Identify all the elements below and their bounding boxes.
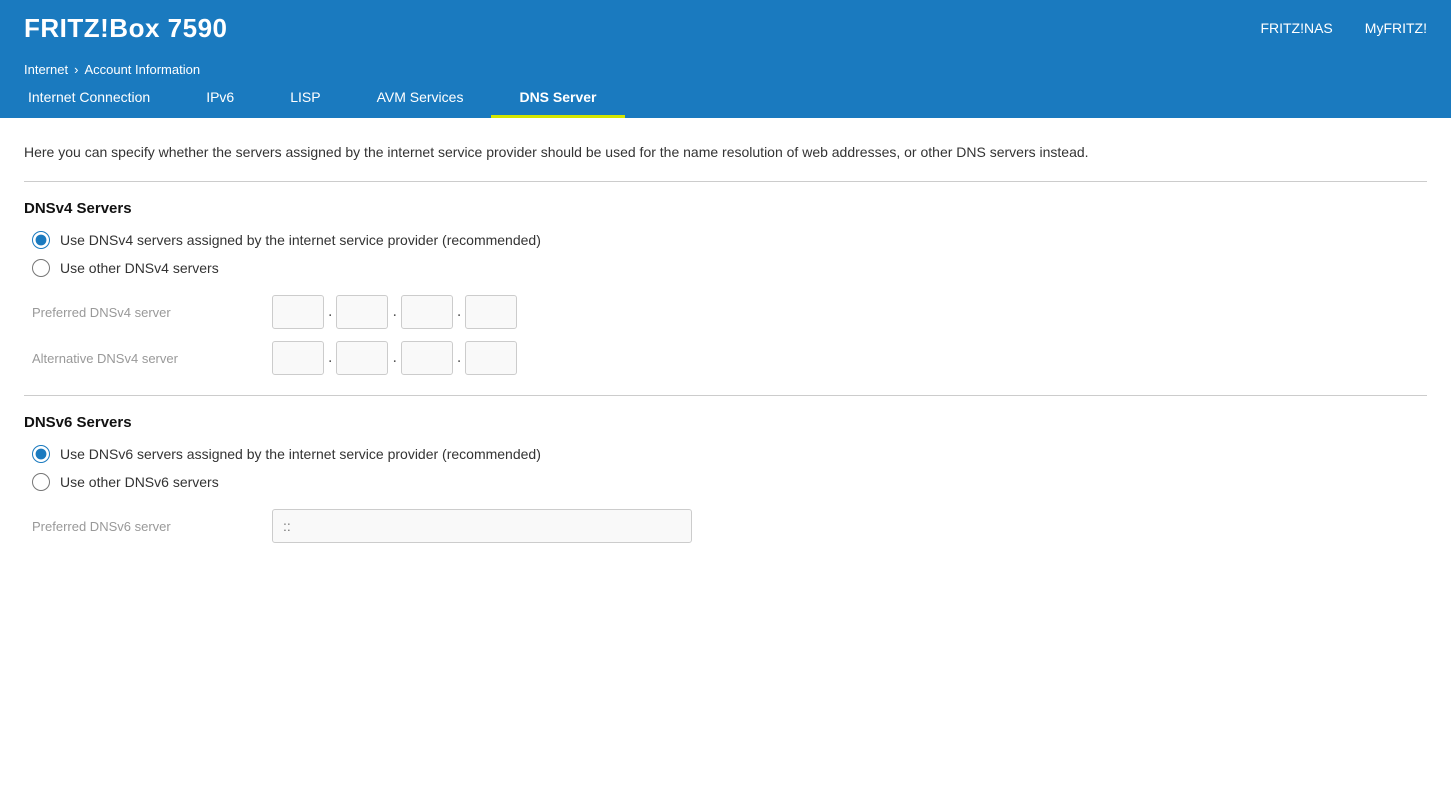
dnsv6-radio-isp[interactable] <box>32 445 50 463</box>
dnsv4-radio-group: Use DNSv4 servers assigned by the intern… <box>24 231 1427 277</box>
alternative-dnsv4-octet-2[interactable] <box>336 341 388 375</box>
dnsv4-radio-isp-label[interactable]: Use DNSv4 servers assigned by the intern… <box>32 231 1427 249</box>
dnsv6-radio-other-label[interactable]: Use other DNSv6 servers <box>32 473 1427 491</box>
dnsv4-section: DNSv4 Servers Use DNSv4 servers assigned… <box>24 200 1427 375</box>
dnsv6-radio-isp-text: Use DNSv6 servers assigned by the intern… <box>60 446 541 462</box>
breadcrumb: Internet › Account Information <box>0 56 1451 77</box>
preferred-dnsv4-octet-1[interactable] <box>272 295 324 329</box>
tab-lisp[interactable]: LISP <box>262 79 348 118</box>
breadcrumb-account-information: Account Information <box>84 62 200 77</box>
alternative-dnsv4-row: Alternative DNSv4 server . . . <box>24 341 1427 375</box>
dnsv4-radio-isp[interactable] <box>32 231 50 249</box>
tab-avm-services[interactable]: AVM Services <box>349 79 492 118</box>
alternative-dnsv4-fields: . . . <box>272 341 517 375</box>
preferred-dnsv6-input[interactable] <box>272 509 692 543</box>
dnsv6-radio-other-text: Use other DNSv6 servers <box>60 474 219 490</box>
fritznas-link[interactable]: FRITZ!NAS <box>1260 20 1332 36</box>
tabs-bar: Internet Connection IPv6 LISP AVM Servic… <box>0 79 1451 118</box>
tab-dns-server[interactable]: DNS Server <box>491 79 624 118</box>
alternative-dnsv4-label: Alternative DNSv4 server <box>32 351 272 366</box>
divider-2 <box>24 395 1427 396</box>
dnsv4-section-title: DNSv4 Servers <box>24 200 1427 217</box>
preferred-dnsv4-octet-4[interactable] <box>465 295 517 329</box>
header-nav: FRITZ!NAS MyFRITZ! <box>1260 20 1427 36</box>
app-logo: FRITZ!Box 7590 <box>24 13 228 44</box>
main-content: Here you can specify whether the servers… <box>0 118 1451 587</box>
preferred-dnsv4-row: Preferred DNSv4 server . . . <box>24 295 1427 329</box>
preferred-dnsv4-octet-3[interactable] <box>401 295 453 329</box>
ip-dot-5: . <box>388 349 400 367</box>
page-description: Here you can specify whether the servers… <box>24 142 1427 163</box>
tab-internet-connection[interactable]: Internet Connection <box>0 79 178 118</box>
preferred-dnsv4-octet-2[interactable] <box>336 295 388 329</box>
alternative-dnsv4-octet-4[interactable] <box>465 341 517 375</box>
dnsv6-radio-isp-label[interactable]: Use DNSv6 servers assigned by the intern… <box>32 445 1427 463</box>
dnsv4-radio-isp-text: Use DNSv4 servers assigned by the intern… <box>60 232 541 248</box>
ip-dot-1: . <box>324 303 336 321</box>
alternative-dnsv4-octet-3[interactable] <box>401 341 453 375</box>
ip-dot-2: . <box>388 303 400 321</box>
ip-dot-4: . <box>324 349 336 367</box>
breadcrumb-internet[interactable]: Internet <box>24 62 68 77</box>
tab-ipv6[interactable]: IPv6 <box>178 79 262 118</box>
dnsv4-radio-other[interactable] <box>32 259 50 277</box>
myfritz-link[interactable]: MyFRITZ! <box>1365 20 1427 36</box>
preferred-dnsv6-label: Preferred DNSv6 server <box>32 519 272 534</box>
preferred-dnsv6-row: Preferred DNSv6 server <box>24 509 1427 543</box>
preferred-dnsv4-fields: . . . <box>272 295 517 329</box>
dnsv6-radio-other[interactable] <box>32 473 50 491</box>
divider-1 <box>24 181 1427 182</box>
breadcrumb-separator: › <box>74 62 78 77</box>
dnsv6-section-title: DNSv6 Servers <box>24 414 1427 431</box>
dnsv6-radio-group: Use DNSv6 servers assigned by the intern… <box>24 445 1427 491</box>
ip-dot-6: . <box>453 349 465 367</box>
preferred-dnsv4-label: Preferred DNSv4 server <box>32 305 272 320</box>
dnsv6-section: DNSv6 Servers Use DNSv6 servers assigned… <box>24 414 1427 543</box>
alternative-dnsv4-octet-1[interactable] <box>272 341 324 375</box>
dnsv4-radio-other-text: Use other DNSv4 servers <box>60 260 219 276</box>
dnsv4-radio-other-label[interactable]: Use other DNSv4 servers <box>32 259 1427 277</box>
header: FRITZ!Box 7590 FRITZ!NAS MyFRITZ! <box>0 0 1451 56</box>
ip-dot-3: . <box>453 303 465 321</box>
